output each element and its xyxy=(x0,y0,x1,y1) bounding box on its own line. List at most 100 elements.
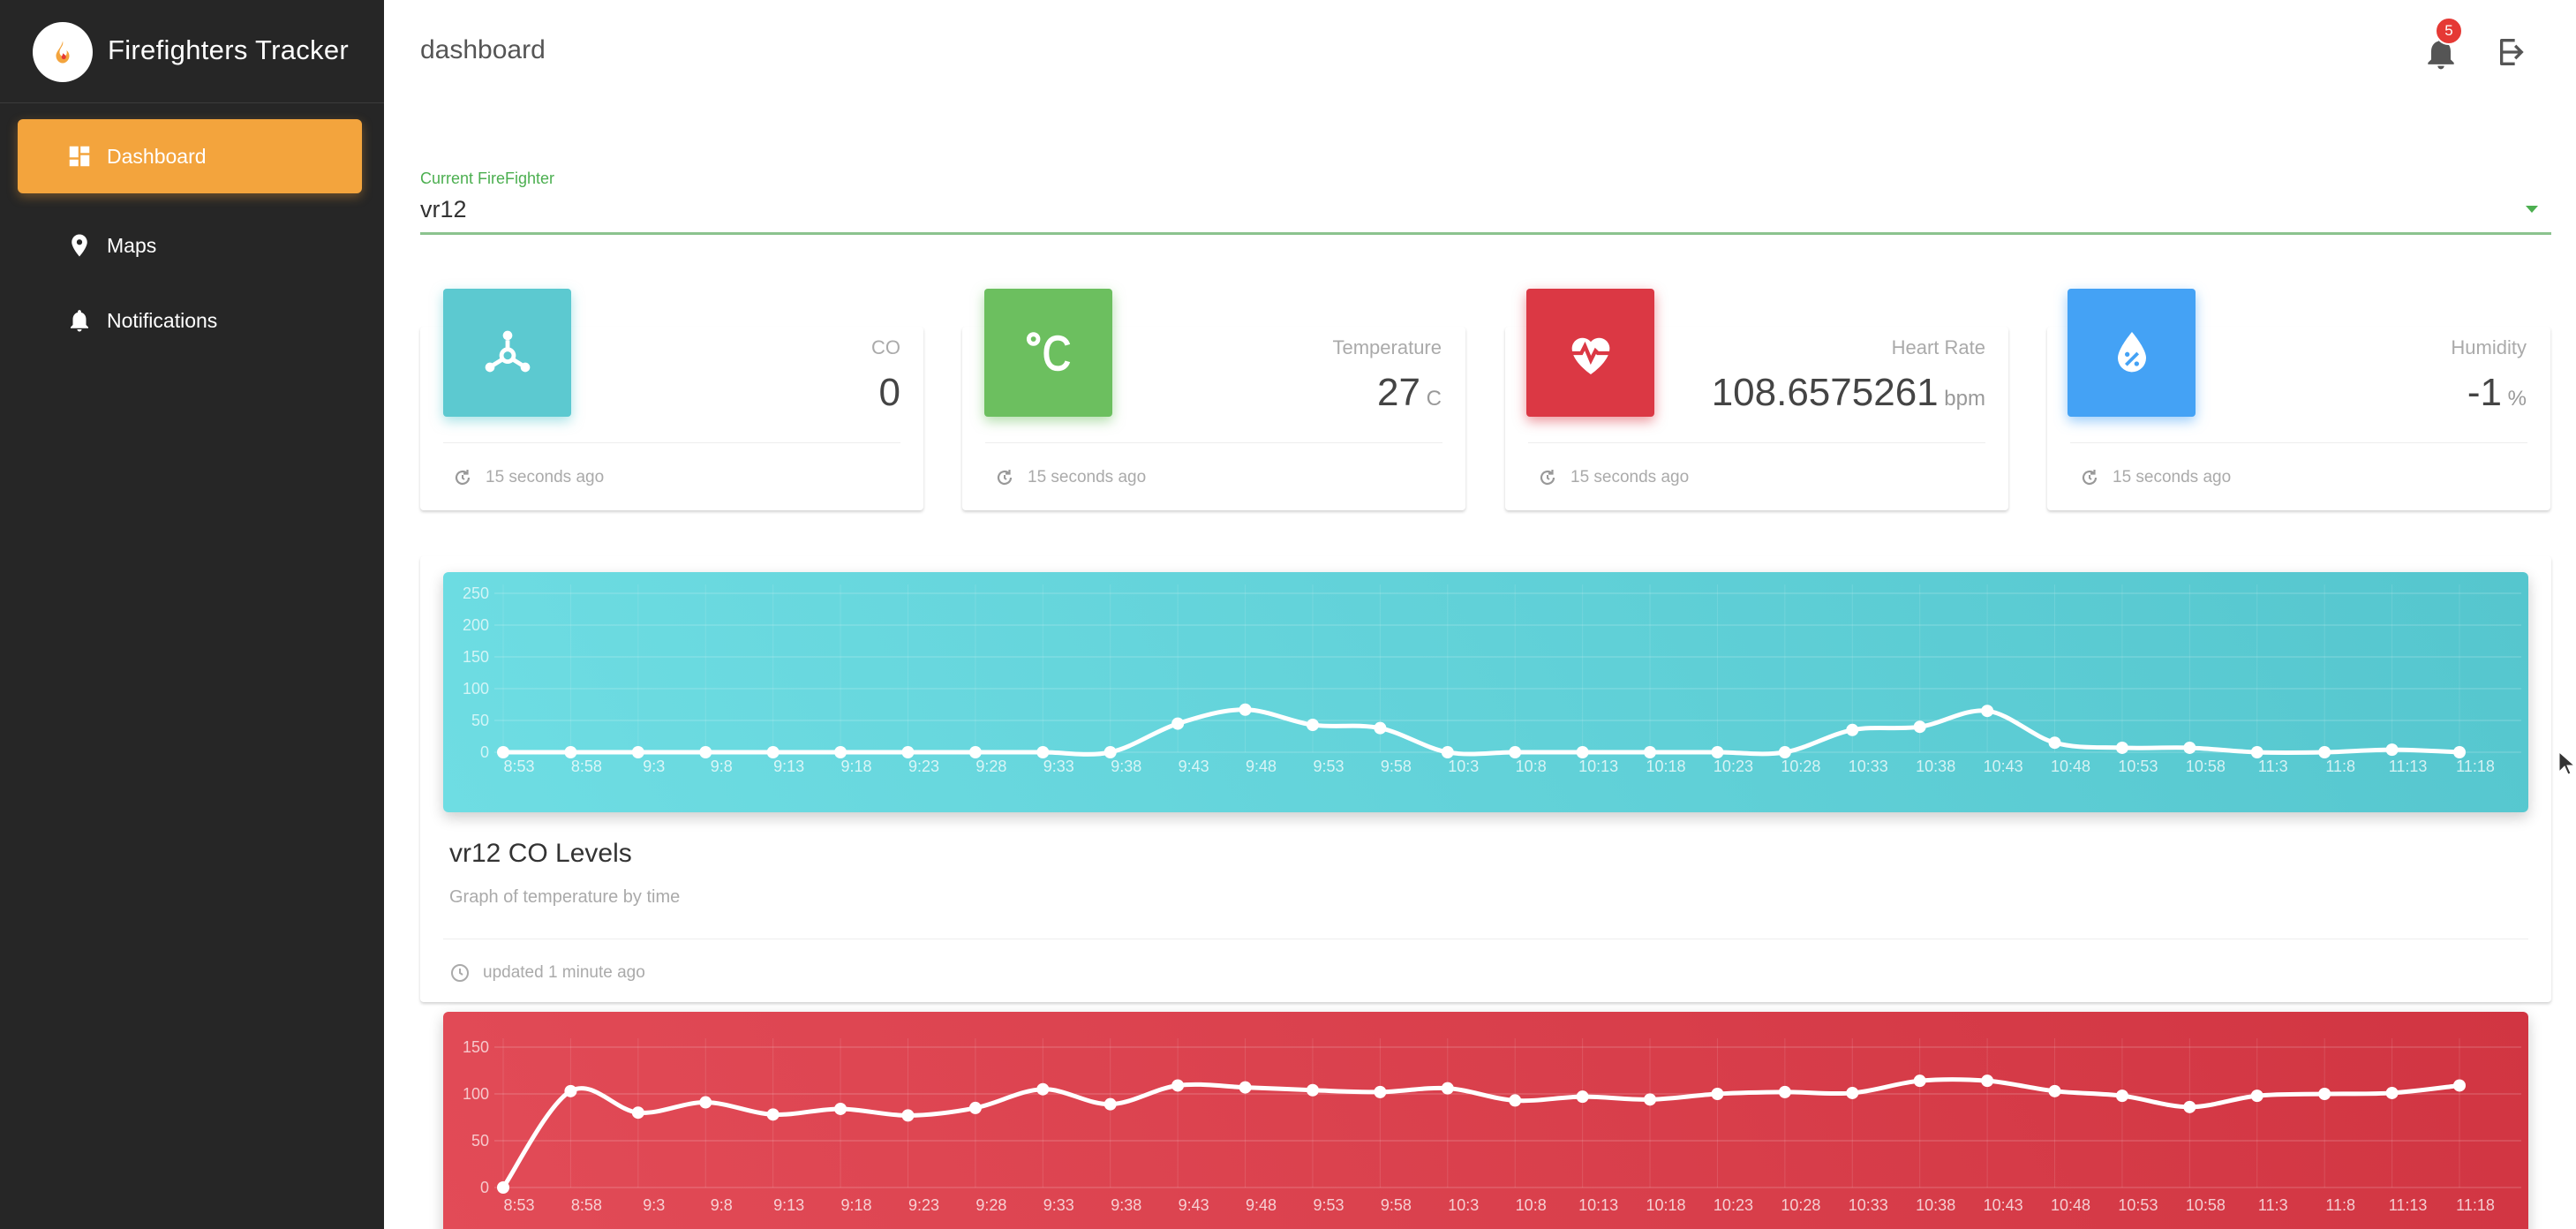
data-point[interactable] xyxy=(1171,717,1185,730)
x-tick-label: 10:23 xyxy=(1714,758,1753,775)
x-tick-label: 9:8 xyxy=(711,1196,733,1214)
chevron-down-icon[interactable] xyxy=(2526,206,2538,213)
firefighter-select[interactable]: vr12 xyxy=(420,196,467,223)
heart-pulse-icon xyxy=(1526,289,1654,417)
sidebar-item-label: Dashboard xyxy=(107,144,207,168)
data-point[interactable] xyxy=(1239,1081,1252,1094)
flame-icon xyxy=(33,22,93,82)
refresh-clock-icon xyxy=(455,470,471,486)
data-point[interactable] xyxy=(1306,1083,1319,1097)
data-point[interactable] xyxy=(1644,746,1657,758)
data-point[interactable] xyxy=(2115,1090,2128,1103)
data-point[interactable] xyxy=(1576,746,1589,758)
x-tick-label: 9:43 xyxy=(1179,758,1209,775)
molecule-icon xyxy=(443,289,571,417)
data-point[interactable] xyxy=(1171,1079,1185,1092)
data-point[interactable] xyxy=(2318,746,2331,758)
data-point[interactable] xyxy=(497,746,509,758)
data-point[interactable] xyxy=(2048,736,2061,750)
firefighter-select-label: Current FireFighter xyxy=(420,170,555,187)
data-point[interactable] xyxy=(2250,1090,2263,1103)
data-point[interactable] xyxy=(699,1096,712,1109)
data-point[interactable] xyxy=(901,746,915,758)
data-point[interactable] xyxy=(2183,1100,2196,1113)
brand[interactable]: Firefighters Tracker xyxy=(0,0,384,103)
data-point[interactable] xyxy=(834,1102,847,1115)
data-point[interactable] xyxy=(2385,1086,2399,1099)
data-point[interactable] xyxy=(631,746,644,758)
sidebar-item-label: Maps xyxy=(107,233,157,257)
x-tick-label: 10:18 xyxy=(1646,758,1686,775)
sidebar-item-maps[interactable]: Maps xyxy=(18,208,362,283)
data-point[interactable] xyxy=(2115,741,2128,754)
data-point[interactable] xyxy=(564,1084,577,1097)
x-tick-label: 9:18 xyxy=(841,758,872,775)
logout-icon[interactable] xyxy=(2496,34,2531,70)
x-tick-label: 10:43 xyxy=(1984,758,2023,775)
x-tick-label: 9:33 xyxy=(1043,758,1074,775)
x-tick-label: 8:53 xyxy=(503,758,534,775)
x-tick-label: 11:13 xyxy=(2389,1196,2428,1214)
data-point[interactable] xyxy=(1306,719,1319,732)
map-pin-icon xyxy=(62,228,97,263)
data-point[interactable] xyxy=(1036,1082,1050,1096)
x-tick-label: 11:13 xyxy=(2389,758,2428,775)
sidebar-item-dashboard[interactable]: Dashboard xyxy=(18,119,362,193)
data-point[interactable] xyxy=(1913,1074,1926,1088)
data-point[interactable] xyxy=(1846,723,1859,736)
data-point[interactable] xyxy=(1103,746,1117,758)
data-point[interactable] xyxy=(1711,746,1724,758)
data-point[interactable] xyxy=(1778,746,1791,758)
x-tick-label: 10:18 xyxy=(1646,1196,1686,1214)
data-point[interactable] xyxy=(1644,1093,1657,1106)
data-point[interactable] xyxy=(901,1109,915,1122)
data-point[interactable] xyxy=(1103,1097,1117,1111)
data-point[interactable] xyxy=(1981,1074,1994,1088)
data-point[interactable] xyxy=(834,746,847,758)
data-point[interactable] xyxy=(2183,741,2196,754)
data-point[interactable] xyxy=(968,1101,982,1114)
data-point[interactable] xyxy=(968,746,982,758)
co-stat-footer: 15 seconds ago xyxy=(452,467,604,488)
data-point[interactable] xyxy=(1036,746,1050,758)
x-tick-label: 9:38 xyxy=(1111,1196,1141,1214)
data-point[interactable] xyxy=(564,746,577,758)
data-point[interactable] xyxy=(631,1106,644,1120)
data-point[interactable] xyxy=(1441,746,1454,758)
data-point[interactable] xyxy=(1374,721,1387,735)
data-point[interactable] xyxy=(2318,1088,2331,1100)
data-point[interactable] xyxy=(1509,1094,1522,1107)
data-point[interactable] xyxy=(1239,703,1252,716)
data-point[interactable] xyxy=(766,746,780,758)
data-point[interactable] xyxy=(497,1181,509,1194)
y-tick-label: 50 xyxy=(471,1132,489,1150)
data-point[interactable] xyxy=(1913,720,1926,734)
x-tick-label: 10:48 xyxy=(2051,1196,2090,1214)
data-point[interactable] xyxy=(1441,1082,1454,1095)
temperature-stat-footer: 15 seconds ago xyxy=(994,467,1146,488)
sidebar: Firefighters Tracker Dashboard Maps Noti… xyxy=(0,0,384,1229)
data-point[interactable] xyxy=(2453,746,2466,758)
data-point[interactable] xyxy=(2385,743,2399,757)
data-point[interactable] xyxy=(2453,1079,2466,1092)
sidebar-item-notifications[interactable]: Notifications xyxy=(18,283,362,358)
data-point[interactable] xyxy=(2048,1084,2061,1097)
data-point[interactable] xyxy=(1846,1086,1859,1099)
data-point[interactable] xyxy=(1374,1085,1387,1098)
x-tick-label: 10:8 xyxy=(1516,1196,1547,1214)
data-point[interactable] xyxy=(1576,1090,1589,1104)
data-point[interactable] xyxy=(1711,1088,1724,1100)
x-tick-label: 8:53 xyxy=(503,1196,534,1214)
data-point[interactable] xyxy=(1981,705,1994,718)
data-point[interactable] xyxy=(1509,746,1522,758)
data-point[interactable] xyxy=(1778,1085,1791,1098)
temperature-stat-label: Temperature xyxy=(1332,336,1442,358)
data-point[interactable] xyxy=(2250,746,2263,758)
data-point[interactable] xyxy=(766,1108,780,1121)
x-tick-label: 10:48 xyxy=(2051,758,2090,775)
x-tick-label: 10:33 xyxy=(1849,1196,1888,1214)
x-tick-label: 9:58 xyxy=(1381,758,1412,775)
notification-count-badge: 5 xyxy=(2435,17,2463,45)
data-point[interactable] xyxy=(699,746,712,758)
series-line xyxy=(501,1077,2460,1189)
